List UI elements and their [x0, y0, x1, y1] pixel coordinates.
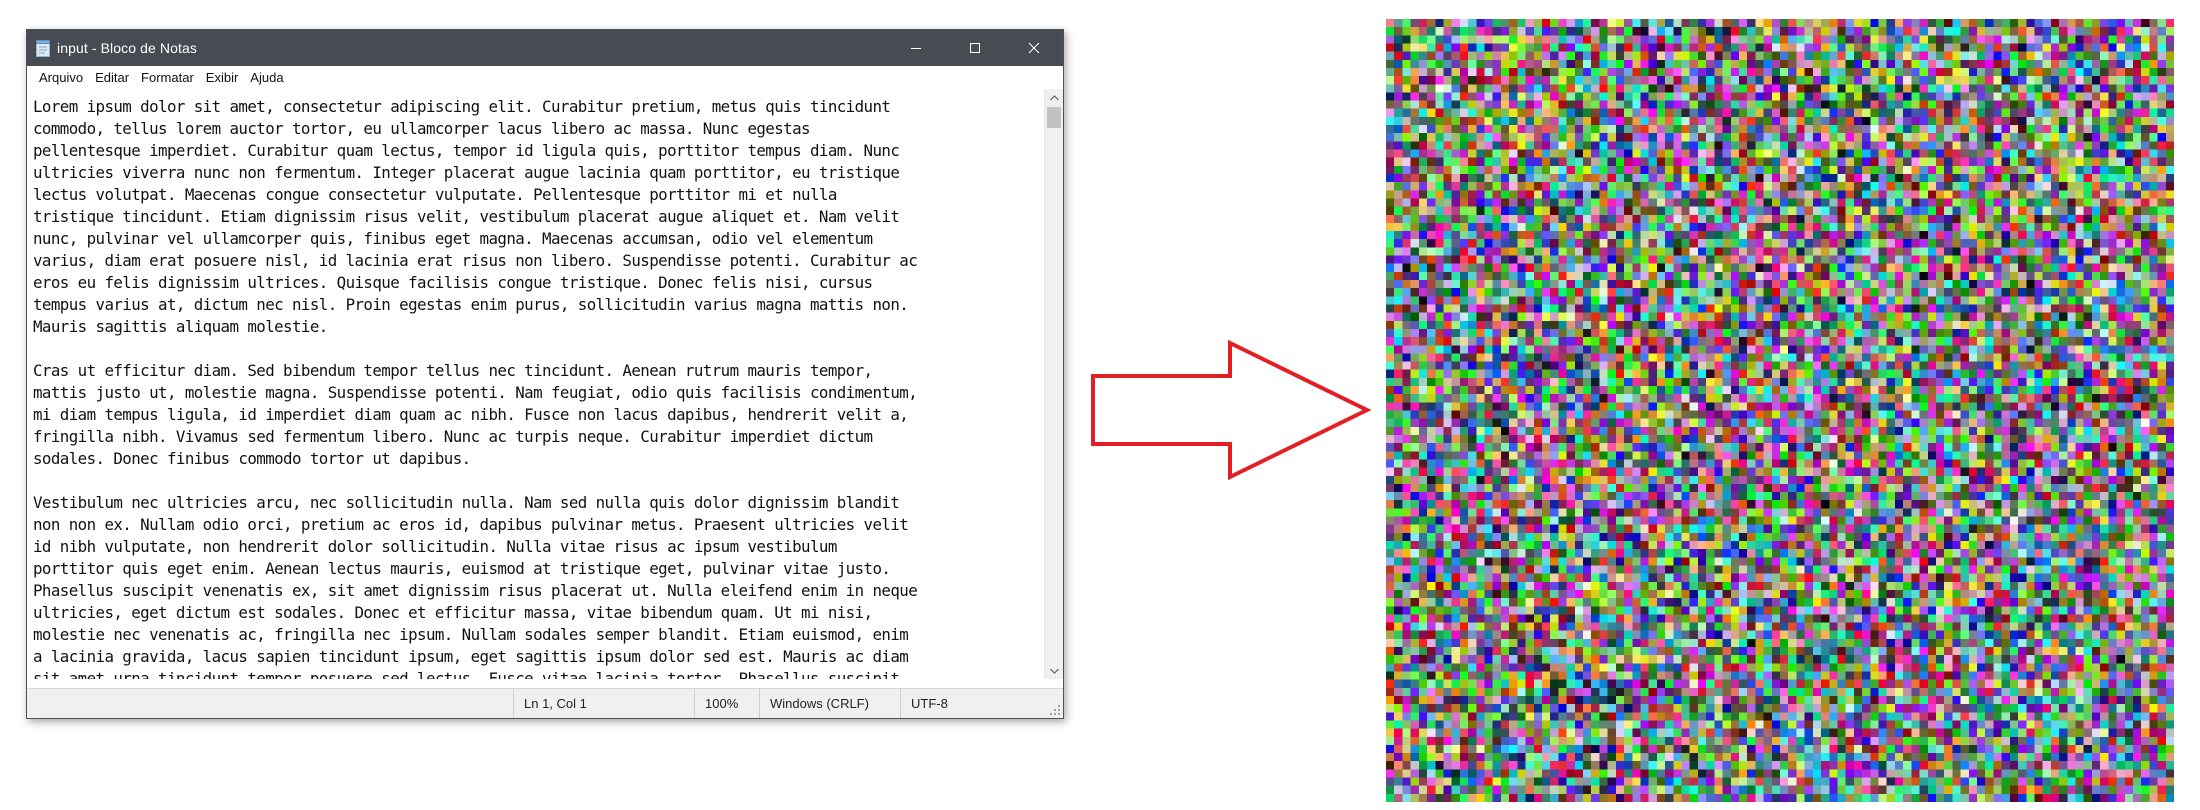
vertical-scrollbar[interactable] — [1044, 89, 1063, 679]
menu-arquivo[interactable]: Arquivo — [33, 66, 89, 89]
scroll-up-button[interactable] — [1045, 89, 1063, 106]
random-color-pixel-image — [1386, 19, 2174, 802]
maximize-icon — [969, 43, 980, 53]
chevron-down-icon — [1049, 668, 1059, 674]
menu-formatar[interactable]: Formatar — [135, 66, 200, 89]
status-cursor-position: Ln 1, Col 1 — [513, 689, 587, 718]
scroll-down-button[interactable] — [1045, 662, 1063, 679]
maximize-button[interactable] — [945, 30, 1004, 66]
arrow-shape — [1091, 340, 1372, 480]
editor-content[interactable]: Lorem ipsum dolor sit amet, consectetur … — [27, 89, 1044, 679]
status-encoding: UTF-8 — [900, 689, 948, 718]
menu-exibir[interactable]: Exibir — [200, 66, 245, 89]
notepad-icon — [36, 39, 50, 57]
minimize-button[interactable] — [886, 30, 945, 66]
menu-bar: Arquivo Editar Formatar Exibir Ajuda — [27, 66, 1063, 89]
caption-buttons — [886, 30, 1063, 66]
title-bar[interactable]: input - Bloco de Notas — [27, 30, 1063, 66]
window-title: input - Bloco de Notas — [57, 40, 197, 56]
right-arrow-icon — [1091, 340, 1372, 480]
minimize-icon — [910, 48, 921, 49]
chevron-up-icon — [1049, 94, 1059, 100]
text-editor[interactable]: Lorem ipsum dolor sit amet, consectetur … — [27, 89, 1044, 679]
status-zoom: 100% — [694, 689, 738, 718]
notepad-window: input - Bloco de Notas Arquivo Editar Fo… — [26, 29, 1064, 719]
menu-ajuda[interactable]: Ajuda — [244, 66, 289, 89]
close-icon — [1028, 42, 1039, 54]
resize-grip-icon[interactable] — [1049, 704, 1061, 716]
scrollbar-thumb[interactable] — [1047, 107, 1061, 128]
status-bar: Ln 1, Col 1 100% Windows (CRLF) UTF-8 — [27, 688, 1063, 718]
menu-editar[interactable]: Editar — [89, 66, 135, 89]
close-button[interactable] — [1004, 30, 1063, 66]
status-line-ending: Windows (CRLF) — [759, 689, 869, 718]
